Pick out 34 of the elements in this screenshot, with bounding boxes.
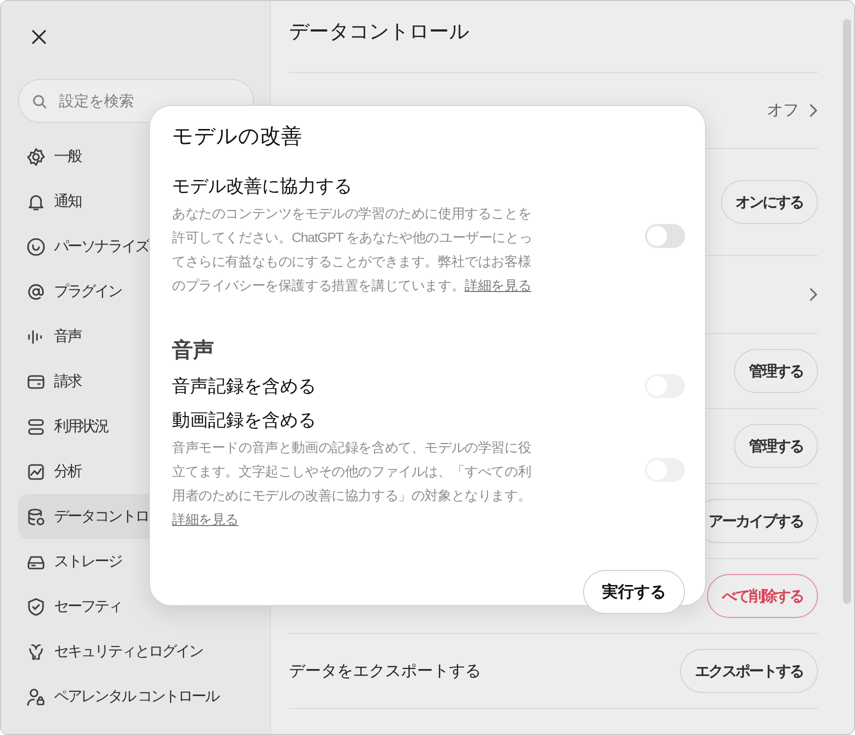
stacked-bars-icon [26, 416, 46, 436]
database-gear-icon [26, 506, 46, 526]
setting-label: モデル改善に協力する [172, 175, 353, 198]
scrollbar-thumb[interactable] [843, 19, 851, 604]
action-button[interactable]: オンにする [720, 180, 818, 224]
action-button[interactable]: 管理する [734, 424, 818, 468]
toggle-switch[interactable] [645, 224, 685, 248]
action-button[interactable]: エクスポートする [680, 649, 818, 693]
gear-icon [26, 146, 46, 166]
section-heading: 音声 [172, 338, 215, 364]
search-icon [32, 94, 47, 109]
page-title: データコントロール [289, 20, 469, 45]
at-sign-icon [26, 282, 46, 302]
setting-value: オフ [767, 101, 799, 121]
setting-label: 動画記録を含める [172, 409, 317, 432]
smile-circle-icon [26, 236, 46, 256]
run-button[interactable]: 実行する [583, 570, 685, 614]
chart-icon [26, 462, 46, 482]
sidebar-item[interactable]: ストレージ [18, 539, 254, 584]
dialog-title: モデルの改善 [172, 124, 303, 150]
shield-check-icon [26, 596, 46, 616]
setting-label: データをエクスポートする [289, 662, 481, 682]
learn-more-link[interactable]: 詳細を見る [464, 278, 532, 293]
sidebar-item[interactable]: セキュリティとログイン [18, 629, 254, 674]
chevron-right-icon[interactable] [809, 103, 818, 118]
delete-button[interactable]: べて削除する [707, 574, 818, 618]
close-icon[interactable] [31, 29, 47, 45]
action-button[interactable]: 管理する [734, 349, 818, 393]
chevron-right-icon[interactable] [809, 287, 818, 302]
setting-description: あなたのコンテンツをモデルの学習のために使用することを許可してください。ChatGPT をあなたや他のユーザーにとってさらに有益なものにすることができます。弊社ではお客様のプライバシーを保護する措置を講じています。詳細を見る [172, 205, 534, 295]
setting-label: 音声記録を含める [172, 375, 316, 398]
sidebar-item[interactable]: セーフティ [18, 584, 254, 629]
sidebar-item[interactable]: ペアレンタル コントロール [18, 674, 254, 719]
person-lock-icon [26, 686, 46, 706]
